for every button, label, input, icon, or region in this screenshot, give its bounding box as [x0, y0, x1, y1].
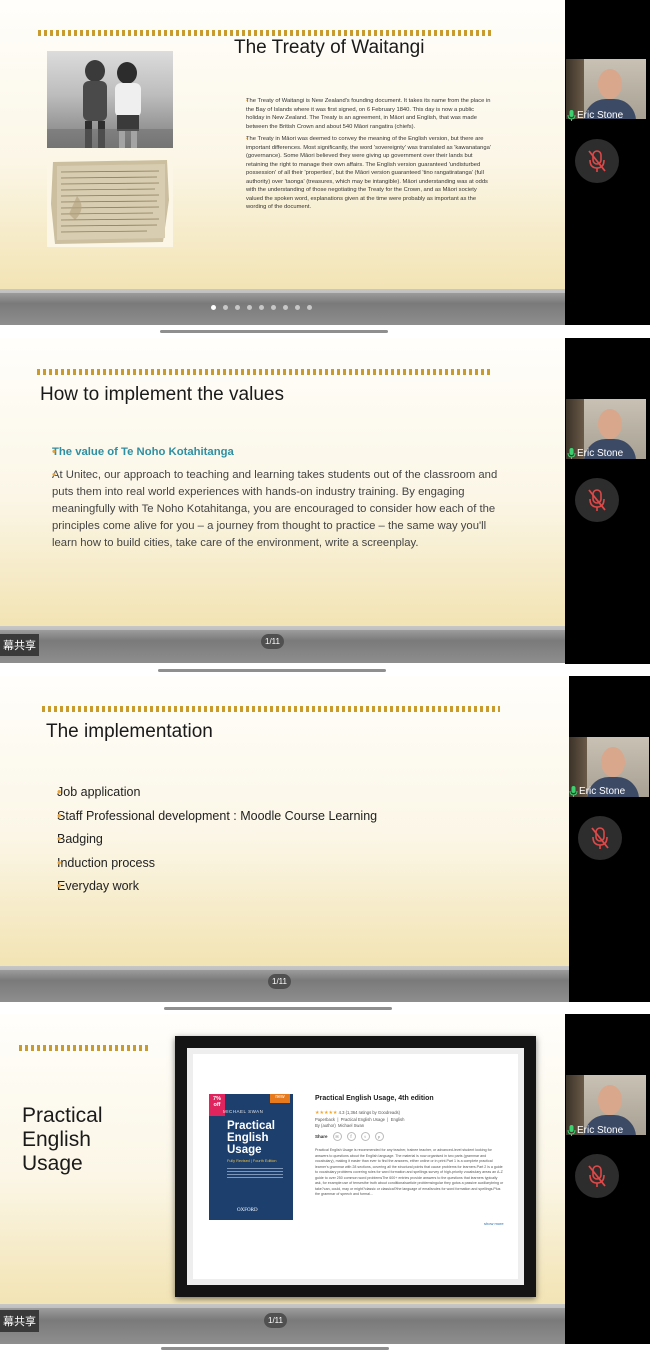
book-format: Paperback | Practical English Usage | En…	[315, 1117, 405, 1122]
drag-handle[interactable]	[160, 330, 388, 333]
cover-subtitle: Fully Revised | Fourth Edition	[227, 1159, 277, 1163]
slide-treaty: The Treaty of Waitangi • The Treaty of W…	[0, 0, 565, 295]
mic-muted-icon	[588, 1165, 606, 1187]
email-share-icon[interactable]: ✉	[332, 1132, 342, 1141]
book-page: 7% off new MICHAEL SWAN Practical Englis…	[187, 1048, 524, 1285]
cover-author: MICHAEL SWAN	[223, 1109, 264, 1114]
slide-title: The implementation	[46, 721, 213, 742]
twitter-share-icon[interactable]: t	[360, 1132, 370, 1141]
screen-share-label[interactable]: 幕共享	[0, 1310, 39, 1332]
list-item: Induction process	[45, 852, 525, 876]
participant-sidebar: Eric Stone	[565, 1014, 650, 1344]
book-byline: By (author) Michael Swan	[315, 1123, 365, 1128]
slide-book: Practical English Usage 7% off new MICHA…	[0, 1014, 565, 1309]
treaty-bullets: The Treaty of Waitangi is New Zealand's …	[238, 97, 492, 212]
carousel-dots[interactable]	[211, 305, 312, 310]
decorative-stripe	[38, 30, 494, 36]
carousel-dot[interactable]	[259, 305, 264, 310]
cover-title: Practical English Usage	[227, 1120, 275, 1156]
page-indicator: 1/11	[261, 634, 284, 649]
decorative-stripe	[42, 706, 500, 712]
star-rating-icon: ★★★★★	[315, 1110, 338, 1116]
slide-title: How to implement the values	[40, 384, 284, 405]
page-indicator: 1/11	[264, 1313, 287, 1328]
participant-sidebar: Eric Stone	[569, 676, 650, 1002]
book-cover: 7% off new MICHAEL SWAN Practical Englis…	[209, 1094, 293, 1220]
mute-toggle-button[interactable]	[575, 1154, 619, 1198]
carousel-dot[interactable]	[271, 305, 276, 310]
drag-handle[interactable]	[161, 1347, 389, 1350]
cover-publisher: OXFORD	[237, 1208, 258, 1213]
facebook-share-icon[interactable]: f	[346, 1132, 356, 1141]
mic-on-icon	[569, 786, 578, 797]
title-line: Practical	[22, 1104, 103, 1127]
book-rating: ★★★★★ 4.3 (1,364 ratings by Goodreads)	[315, 1110, 401, 1116]
book-page-inner: 7% off new MICHAEL SWAN Practical Englis…	[193, 1054, 518, 1279]
title-line: Usage	[22, 1152, 83, 1175]
panel-treaty-slide: The Treaty of Waitangi • The Treaty of W…	[0, 0, 650, 333]
bullet-item: At Unitec, our approach to teaching and …	[40, 467, 510, 552]
share-row: Share ✉ f t p	[315, 1132, 384, 1141]
mic-muted-icon	[591, 827, 609, 849]
carousel-dot[interactable]	[307, 305, 312, 310]
pinterest-share-icon[interactable]: p	[374, 1132, 384, 1141]
book-heading: Practical English Usage, 4th edition	[315, 1095, 434, 1102]
bullet-item: The Treaty in Māori was deemed to convey…	[238, 135, 492, 212]
carousel-dot[interactable]	[247, 305, 252, 310]
list-item: Badging	[45, 828, 525, 852]
drag-handle[interactable]	[164, 1007, 392, 1010]
slide-values: How to implement the values The value of…	[0, 338, 565, 630]
carousel-dot[interactable]	[283, 305, 288, 310]
bullet-item: The Treaty of Waitangi is New Zealand's …	[238, 97, 492, 131]
page-indicator: 1/11	[268, 974, 291, 989]
mute-toggle-button[interactable]	[575, 478, 619, 522]
panel-implementation-slide: The implementation Job application Staff…	[0, 676, 650, 1011]
values-bullets: The value of Te Noho Kotahitanga At Unit…	[40, 444, 510, 552]
mic-on-icon	[567, 448, 576, 459]
mic-on-icon	[567, 1125, 576, 1136]
book-frame: 7% off new MICHAEL SWAN Practical Englis…	[175, 1036, 536, 1297]
implementation-list: Job application Staff Professional devel…	[45, 781, 525, 899]
list-item: Job application	[45, 781, 525, 805]
participant-sidebar: Eric Stone	[565, 338, 650, 664]
list-item: Everyday work	[45, 875, 525, 899]
participant-label: Eric Stone	[569, 786, 649, 797]
new-badge: new	[270, 1094, 290, 1103]
panel-values-slide: How to implement the values The value of…	[0, 338, 650, 673]
book-description: Practical English Usage is recommended f…	[315, 1148, 504, 1196]
participant-label: Eric Stone	[567, 110, 647, 121]
decorative-stripe	[37, 369, 493, 375]
mic-muted-icon	[588, 489, 606, 511]
screen-share-label[interactable]: 幕共享	[0, 634, 39, 656]
carousel-dot-active[interactable]	[211, 305, 216, 310]
mute-toggle-button[interactable]	[578, 816, 622, 860]
slide-title: The Treaty of Waitangi	[234, 37, 425, 58]
carousel-dot[interactable]	[223, 305, 228, 310]
participant-label: Eric Stone	[567, 1125, 647, 1136]
treaty-document-image	[47, 156, 173, 247]
carousel-dot[interactable]	[235, 305, 240, 310]
cover-blurb	[227, 1168, 283, 1178]
show-more-link[interactable]: show more	[482, 1221, 504, 1226]
participant-sidebar: Eric Stone	[565, 0, 650, 325]
historic-photo	[47, 51, 173, 148]
slide-title: Practical English Usage	[22, 1104, 103, 1176]
decorative-stripe	[19, 1045, 151, 1051]
participant-label: Eric Stone	[567, 448, 647, 459]
carousel-dot[interactable]	[295, 305, 300, 310]
mute-toggle-button[interactable]	[575, 139, 619, 183]
bullet-highlight: The value of Te Noho Kotahitanga	[40, 444, 510, 461]
mic-on-icon	[567, 110, 576, 121]
panel-book-slide: Practical English Usage 7% off new MICHA…	[0, 1014, 650, 1353]
slide-implementation: The implementation Job application Staff…	[0, 676, 569, 969]
list-item: Staff Professional development : Moodle …	[45, 805, 525, 829]
mic-muted-icon	[588, 150, 606, 172]
drag-handle[interactable]	[158, 669, 386, 672]
title-line: English	[22, 1128, 91, 1151]
